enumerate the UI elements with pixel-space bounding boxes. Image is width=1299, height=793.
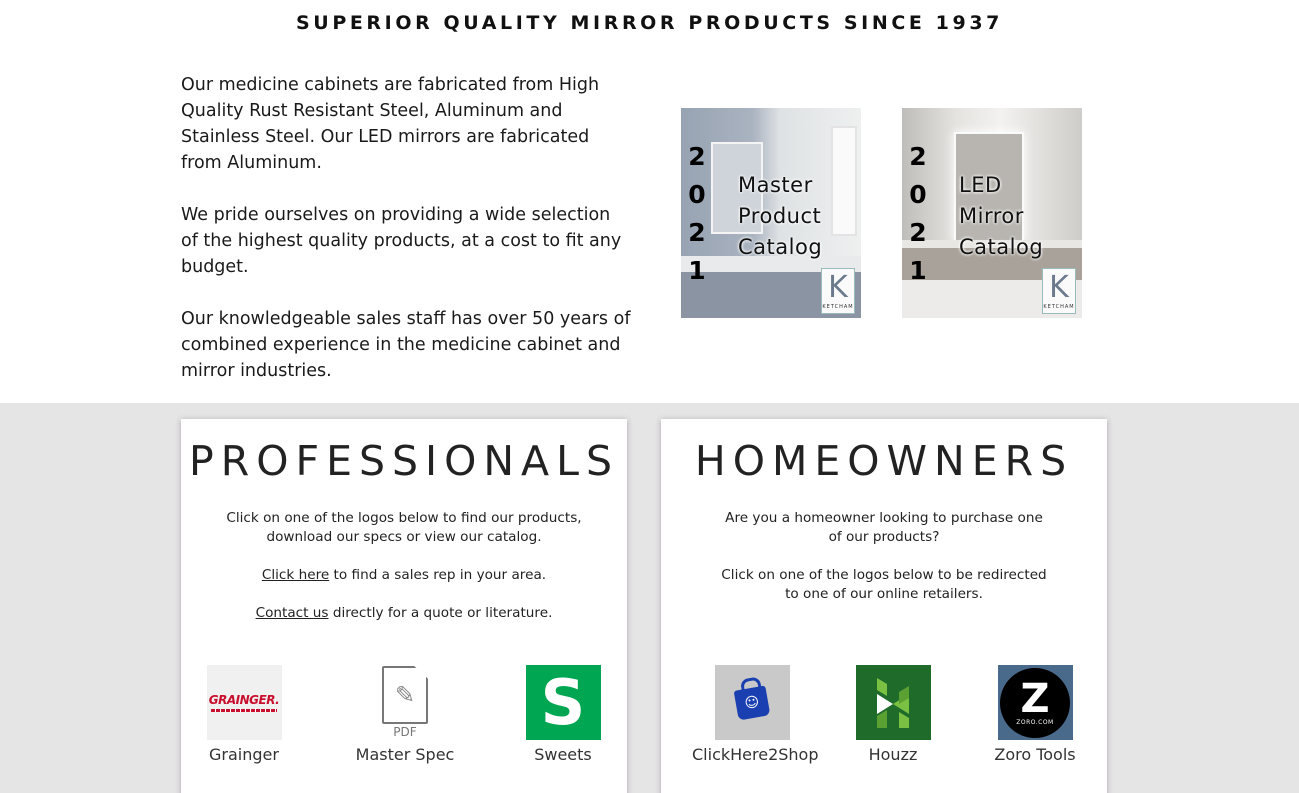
grainger-logo-link[interactable]: GRAINGER. Grainger [184, 665, 304, 764]
intro-paragraph-selection: We pride ourselves on providing a wide s… [181, 205, 622, 277]
houzz-logo-link[interactable]: Houzz [833, 665, 953, 764]
master-spec-label[interactable]: Master Spec [345, 745, 465, 764]
led-mirror-catalog-link[interactable]: 2021 LED Mirror Catalog K KETCHAM [902, 108, 1082, 318]
catalog-window-graphic [831, 126, 857, 236]
intro-paragraph-materials: Our medicine cabinets are fabricated fro… [181, 75, 600, 173]
ketcham-logo: K KETCHAM [1042, 268, 1076, 314]
catalog-year: 2021 [909, 142, 927, 285]
master-product-catalog-link[interactable]: 2021 Master Product Catalog K KETCHAM [681, 108, 861, 318]
click-here-link[interactable]: Click here [262, 567, 329, 583]
zoro-tools-label[interactable]: Zoro Tools [975, 745, 1095, 764]
professionals-text: Click on one of the logos below to find … [226, 510, 582, 621]
shopping-bag-icon[interactable]: ☺ [714, 665, 790, 740]
zoro-tools-logo-link[interactable]: Z ZORO.COM Zoro Tools [975, 665, 1095, 764]
houzz-icon [877, 677, 909, 728]
pdf-icon[interactable]: ✎ PDF [367, 665, 443, 740]
homeowners-text: Are you a homeowner looking to purchase … [721, 510, 1047, 602]
catalog-title: LED Mirror Catalog [959, 173, 1044, 259]
grainger-label[interactable]: Grainger [184, 745, 304, 764]
grainger-logo[interactable]: GRAINGER. [206, 665, 282, 740]
intro-paragraph-staff: Our knowledgeable sales staff has over 5… [181, 309, 631, 381]
sweets-logo-link[interactable]: S Sweets [503, 665, 623, 764]
houzz-logo[interactable] [855, 665, 931, 740]
tagline: SUPERIOR QUALITY MIRROR PRODUCTS SINCE 1… [296, 12, 1003, 34]
professionals-title: PROFESSIONALS [189, 437, 619, 485]
homeowners-title: HOMEOWNERS [694, 437, 1074, 485]
ketcham-logo: K KETCHAM [821, 268, 855, 314]
professionals-card: PROFESSIONALS Click on one of the logos … [181, 419, 627, 793]
houzz-label[interactable]: Houzz [833, 745, 953, 764]
homeowners-card: HOMEOWNERS Are you a homeowner looking t… [661, 419, 1107, 793]
intro-text: Our medicine cabinets are fabricated fro… [181, 72, 631, 410]
sweets-logo[interactable]: S [525, 665, 601, 740]
contact-us-link[interactable]: Contact us [256, 605, 329, 621]
sweets-label[interactable]: Sweets [503, 745, 623, 764]
clickhere2shop-logo-link[interactable]: ☺ ClickHere2Shop [692, 665, 819, 764]
clickhere2shop-label[interactable]: ClickHere2Shop [692, 745, 819, 764]
catalog-title: Master Product Catalog [738, 173, 823, 259]
master-spec-link[interactable]: ✎ PDF Master Spec [345, 665, 465, 764]
zoro-logo[interactable]: Z ZORO.COM [997, 665, 1073, 740]
catalog-year: 2021 [688, 142, 706, 285]
